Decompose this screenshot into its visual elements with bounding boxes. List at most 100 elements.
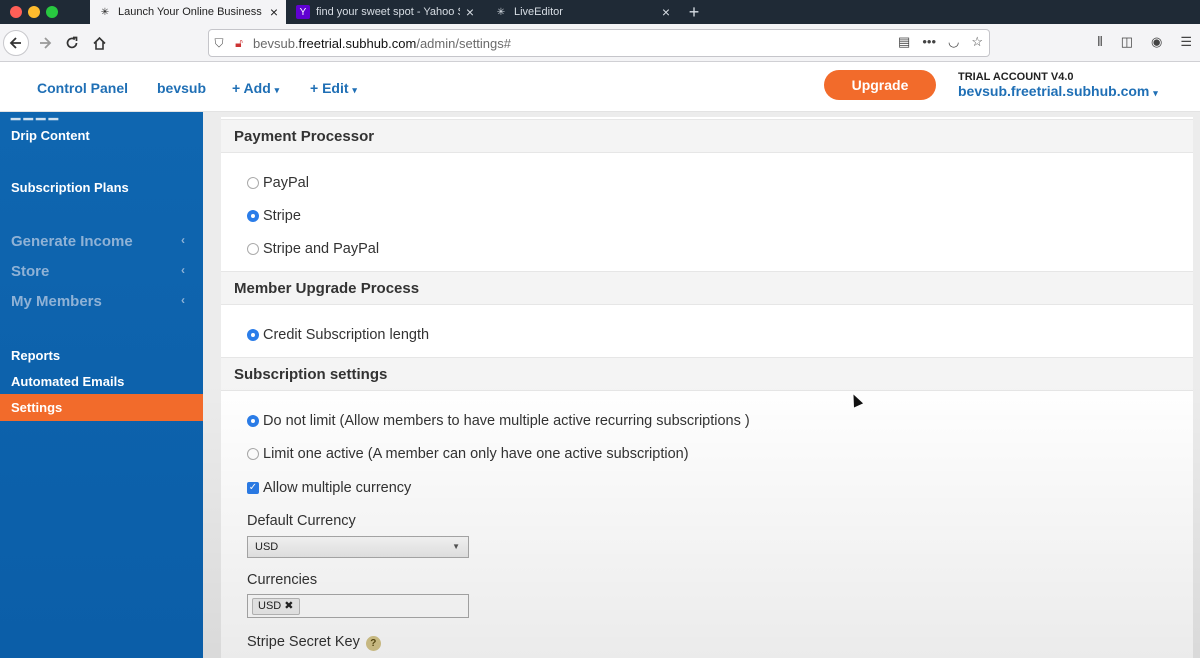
caret-down-icon: ▾ [1153, 88, 1158, 98]
home-button[interactable] [86, 30, 112, 56]
option-label: Allow multiple currency [263, 480, 412, 496]
url-prefix: bevsub. [253, 35, 299, 51]
option-label: Do not limit (Allow members to have mult… [263, 413, 750, 429]
radio-stripe[interactable]: Stripe [247, 208, 301, 224]
account-icon[interactable]: ◉ [1151, 34, 1162, 50]
spinner-icon: ✳ [496, 6, 506, 18]
help-icon[interactable]: ? [365, 636, 381, 651]
checkmark-icon[interactable]: ✓ [247, 482, 259, 494]
radio-credit-subscription-length[interactable]: Credit Subscription length [247, 327, 429, 343]
radio-button[interactable] [247, 210, 259, 222]
forward-button[interactable] [32, 30, 58, 56]
sidebar-item-my-members[interactable]: My Members ‹ [0, 293, 203, 310]
sidebar-item-drip-content[interactable]: Drip Content [0, 128, 203, 143]
tab-title: LiveEditor [514, 6, 563, 18]
radio-button[interactable] [247, 177, 259, 189]
lock-icon: 🔓︎ [235, 35, 243, 50]
new-tab-button[interactable]: + [684, 0, 704, 24]
sidebar-item-label: Store [11, 263, 50, 280]
radio-button[interactable] [247, 329, 259, 341]
library-icon[interactable]: ⫴ [1097, 34, 1102, 50]
shield-icon: ⛉ [214, 35, 224, 50]
tab-title: find your sweet spot - Yahoo Se [316, 6, 460, 18]
radio-button[interactable] [247, 243, 259, 255]
chip-label: USD [258, 600, 282, 612]
reload-icon [66, 36, 78, 49]
radio-paypal[interactable]: PayPal [247, 175, 309, 191]
more-actions-icon[interactable]: ••• [922, 34, 936, 50]
stripe-secret-key-label: Stripe Secret Key? [247, 634, 381, 651]
nav-bevsub[interactable]: bevsub [157, 80, 206, 96]
sidebar-item-generate-income[interactable]: Generate Income ‹ [0, 233, 203, 250]
sidebar-item-settings[interactable]: Settings [0, 394, 203, 421]
url-domain: freetrial.subhub.com [298, 35, 417, 51]
minimize-window-button[interactable] [28, 6, 40, 18]
browser-tab-bar: ✳ Launch Your Online Business × Y find y… [0, 0, 1200, 24]
chevron-left-icon: ‹ [181, 263, 185, 277]
radio-button[interactable] [247, 448, 259, 460]
remove-icon[interactable]: ✖ [284, 600, 293, 612]
app-header: Control Panel bevsub + Add ▾ + Edit ▾ Up… [0, 62, 1200, 112]
arrow-left-icon [9, 37, 21, 49]
radio-button[interactable] [247, 415, 259, 427]
home-icon [92, 36, 106, 50]
radio-limit-one-active[interactable]: Limit one active (A member can only have… [247, 446, 689, 462]
account-type: TRIAL ACCOUNT V4.0 [958, 71, 1074, 83]
yahoo-icon: Y [296, 5, 310, 19]
close-tab-icon[interactable]: × [662, 4, 670, 20]
bookmark-star-icon[interactable]: ☆ [971, 34, 983, 50]
sidebar-item-label: Generate Income [11, 233, 133, 250]
account-domain-dropdown[interactable]: bevsub.freetrial.subhub.com ▾ [958, 83, 1158, 99]
back-button[interactable] [3, 30, 29, 56]
sidebar-item-subscription-plans[interactable]: Subscription Plans [0, 180, 203, 195]
tab-title: Launch Your Online Business [118, 6, 262, 18]
tab-launch-business[interactable]: ✳ Launch Your Online Business × [90, 0, 286, 24]
reader-view-icon[interactable]: ▤ [898, 34, 910, 50]
zoom-window-button[interactable] [46, 6, 58, 18]
select-value: USD [255, 541, 279, 553]
url-bar[interactable]: ⛉ 🔓︎ bevsub.freetrial.subhub.com/admin/s… [208, 29, 990, 57]
close-tab-icon[interactable]: × [466, 4, 474, 20]
menu-icon[interactable]: ☰ [1180, 34, 1192, 50]
reload-button[interactable] [59, 30, 85, 56]
currencies-multiselect[interactable]: USD ✖ [247, 594, 469, 618]
upgrade-button[interactable]: Upgrade [824, 70, 936, 100]
tab-liveeditor[interactable]: ✳ LiveEditor × [486, 0, 678, 24]
caret-down-icon: ▾ [274, 85, 280, 95]
section-heading-payment-processor: Payment Processor [221, 119, 1193, 153]
nav-edit-label: + Edit [310, 80, 349, 96]
sidebar-toggle-icon[interactable]: ◫ [1121, 34, 1133, 50]
sidebar: ▁ ▁ ▁ ▁ Drip Content Subscription Plans … [0, 106, 203, 658]
currency-chip: USD ✖ [252, 598, 300, 615]
section-heading-subscription-settings: Subscription settings [221, 357, 1193, 391]
nav-add[interactable]: + Add ▾ [232, 80, 279, 96]
radio-do-not-limit[interactable]: Do not limit (Allow members to have mult… [247, 413, 750, 429]
field-label: Stripe Secret Key [247, 634, 360, 650]
tab-yahoo[interactable]: Y find your sweet spot - Yahoo Se × [288, 0, 482, 24]
chevron-left-icon: ‹ [181, 233, 185, 247]
option-label: Stripe and PayPal [263, 241, 380, 257]
sidebar-item-automated-emails[interactable]: Automated Emails [0, 374, 203, 389]
sidebar-item-store[interactable]: Store ‹ [0, 263, 203, 280]
checkbox-allow-multiple-currency[interactable]: ✓ Allow multiple currency [247, 480, 411, 496]
default-currency-select[interactable]: USD ▼ [247, 536, 469, 558]
account-domain: bevsub.freetrial.subhub.com [958, 83, 1150, 99]
option-label: Limit one active (A member can only have… [263, 446, 689, 462]
caret-down-icon: ▾ [352, 85, 357, 95]
sidebar-item-reports[interactable]: Reports [0, 348, 203, 363]
currencies-label: Currencies [247, 572, 318, 588]
nav-control-panel[interactable]: Control Panel [37, 80, 128, 96]
close-tab-icon[interactable]: × [270, 4, 278, 20]
url-path: /admin/settings# [416, 35, 511, 51]
radio-stripe-and-paypal[interactable]: Stripe and PayPal [247, 241, 379, 257]
main-content: Payment Processor PayPal Stripe Stripe a… [203, 112, 1200, 658]
option-label: PayPal [263, 175, 309, 191]
nav-add-label: + Add [232, 80, 271, 96]
url-text: bevsub.freetrial.subhub.com/admin/settin… [253, 36, 511, 51]
default-currency-label: Default Currency [247, 513, 356, 529]
pocket-icon[interactable]: ◡ [948, 34, 959, 50]
close-window-button[interactable] [10, 6, 22, 18]
settings-panel: Payment Processor PayPal Stripe Stripe a… [221, 117, 1193, 658]
sidebar-cut-item: ▁ ▁ ▁ ▁ [11, 106, 58, 120]
nav-edit[interactable]: + Edit ▾ [310, 80, 357, 96]
